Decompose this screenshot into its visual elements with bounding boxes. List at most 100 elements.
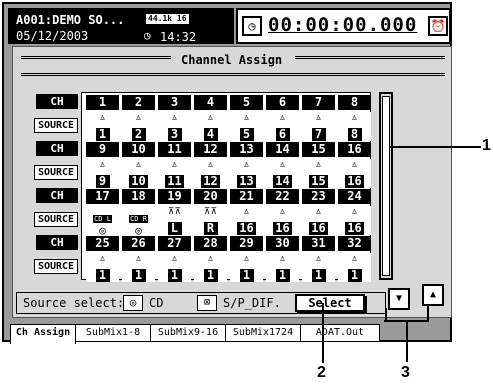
channel-number: 22 (266, 189, 299, 204)
tab-ch-assign[interactable]: Ch Assign (10, 324, 76, 344)
cd-disc-icon: ◎ (123, 295, 143, 311)
source-cell[interactable]: ⊼⊼ L (158, 206, 191, 235)
alarm-icon: ⏰ (428, 16, 448, 36)
channel-number: 8 (338, 95, 371, 110)
input-jack-icon: ♙ (315, 254, 322, 264)
channel-number: 17 (86, 189, 119, 204)
source-cell[interactable]: ♙ 1 (86, 112, 119, 141)
source-cell[interactable]: ♙ 4 (194, 112, 227, 141)
source-cell[interactable]: ♙ 12 (194, 159, 227, 188)
channel-number: 28 (194, 236, 227, 251)
source-cell[interactable]: ♙ 16 (302, 206, 335, 235)
source-cell[interactable]: ♙ 1 (266, 253, 299, 282)
channel-number: 23 (302, 189, 335, 204)
channel-number: 10 (122, 142, 155, 157)
channel-number: 31 (302, 236, 335, 251)
cd-source-label: CD L (93, 215, 112, 223)
input-jack-icon: ♙ (279, 254, 286, 264)
song-info-bar: A001:DEMO SO... 44.1k 16 05/12/2003 ◷ 14… (8, 8, 234, 44)
arrow-down-icon: ▼ (395, 293, 403, 304)
source-cell[interactable]: ♙ 1 (122, 253, 155, 282)
source-row-label: SOURCE (34, 165, 78, 180)
source-cell[interactable]: ♙ 13 (230, 159, 263, 188)
source-cell[interactable]: ♙ 1 (302, 253, 335, 282)
channel-number: 6 (266, 95, 299, 110)
input-number: 16 (273, 221, 292, 235)
source-cell[interactable]: ♙ 6 (266, 112, 299, 141)
channel-number: 21 (230, 189, 263, 204)
input-jack-icon: ♙ (171, 160, 178, 170)
input-jack-icon: ♙ (207, 160, 214, 170)
source-cell[interactable]: ♙ 8 (338, 112, 371, 141)
input-number: 16 (345, 221, 364, 235)
sample-rate-badge: 44.1k 16 (146, 14, 189, 24)
source-cell[interactable]: ♙ 11 (158, 159, 191, 188)
scroll-up-button[interactable]: ▲ (422, 284, 444, 306)
channel-number: 26 (122, 236, 155, 251)
source-cell[interactable]: ♙ 10 (122, 159, 155, 188)
input-number: 8 (347, 128, 362, 141)
input-number: 16 (345, 174, 364, 188)
source-cell[interactable]: ♙ 15 (302, 159, 335, 188)
source-cell[interactable]: ♙ 9 (86, 159, 119, 188)
input-number: 1 (311, 269, 326, 282)
input-jack-icon: ♙ (279, 160, 286, 170)
tab-submix9-16[interactable]: SubMix9-16 (150, 324, 226, 342)
source-cell[interactable]: CD L ◎ (86, 206, 119, 237)
source-cell[interactable]: ♙ 14 (266, 159, 299, 188)
source-cell[interactable]: ♙ 1 (194, 253, 227, 282)
input-jack-icon: ♙ (243, 254, 250, 264)
scrollbar-thumb[interactable] (382, 96, 390, 276)
input-number: 1 (167, 269, 182, 282)
grid-scrollbar[interactable] (379, 92, 393, 280)
source-cell[interactable]: ♙ 1 (86, 253, 119, 282)
drum-kit-icon: ⊼⊼ (167, 207, 182, 217)
input-jack-icon: ♙ (279, 207, 286, 217)
channel-number: 29 (230, 236, 263, 251)
tab-submix1-8[interactable]: SubMix1-8 (75, 324, 151, 342)
input-jack-icon: ♙ (351, 160, 358, 170)
source-cell[interactable]: ♙ 1 (158, 253, 191, 282)
source-cell[interactable]: CD R ◎ (122, 206, 155, 237)
source-cell[interactable]: ♙ 7 (302, 112, 335, 141)
song-date: 05/12/2003 (16, 29, 89, 43)
source-cell[interactable]: ♙ 1 (338, 253, 371, 282)
select-button[interactable]: Select (295, 294, 365, 312)
tab-adat-out[interactable]: ADAT.Out (300, 324, 380, 342)
source-cell[interactable]: ♙ 5 (230, 112, 263, 141)
input-number: 16 (237, 221, 256, 235)
input-jack-icon: ♙ (243, 160, 250, 170)
source-cell[interactable]: ♙ 16 (338, 206, 371, 235)
page-title: Channel Assign (181, 53, 283, 67)
input-number: 6 (275, 128, 290, 141)
callout-3-right-leg (427, 304, 429, 322)
input-number: 12 (201, 174, 220, 188)
drum-kit-icon: ⊼⊼ (203, 207, 218, 217)
spdif-label: S/P_DIF. (223, 296, 281, 310)
tab-submix1724[interactable]: SubMix1724 (225, 324, 301, 342)
source-cell[interactable]: ♙ 16 (230, 206, 263, 235)
source-cell[interactable]: ♙ 3 (158, 112, 191, 141)
source-cell[interactable]: ♙ 16 (338, 159, 371, 188)
drum-channel-label: R (203, 222, 218, 235)
input-jack-icon: ♙ (171, 254, 178, 264)
source-cell[interactable]: ♙ 16 (266, 206, 299, 235)
channel-grid[interactable]: 1 2 3 4 5 6 7 8 ♙ 1 ♙ 2 ♙ 3 ♙ 4 ♙ 5 ♙ 6 ♙ 7 ♙ 8 9 10 11 12 13 14 15 16 ♙… (81, 92, 371, 282)
channel-number: 5 (230, 95, 263, 110)
channel-number: 14 (266, 142, 299, 157)
input-jack-icon: ♙ (243, 113, 250, 123)
input-jack-icon: ♙ (279, 113, 286, 123)
input-number: 1 (95, 128, 110, 141)
input-number: 1 (347, 269, 362, 282)
source-cell[interactable]: ♙ 1 (230, 253, 263, 282)
scroll-down-button[interactable]: ▼ (388, 288, 410, 310)
clock-time: 14:32 (160, 30, 197, 44)
input-number: 14 (273, 174, 292, 188)
channel-number: 24 (338, 189, 371, 204)
input-number: 13 (237, 174, 256, 188)
channel-number: 30 (266, 236, 299, 251)
source-cell[interactable]: ♙ 2 (122, 112, 155, 141)
channel-number: 27 (158, 236, 191, 251)
input-jack-icon: ♙ (315, 113, 322, 123)
source-cell[interactable]: ⊼⊼ R (194, 206, 227, 235)
